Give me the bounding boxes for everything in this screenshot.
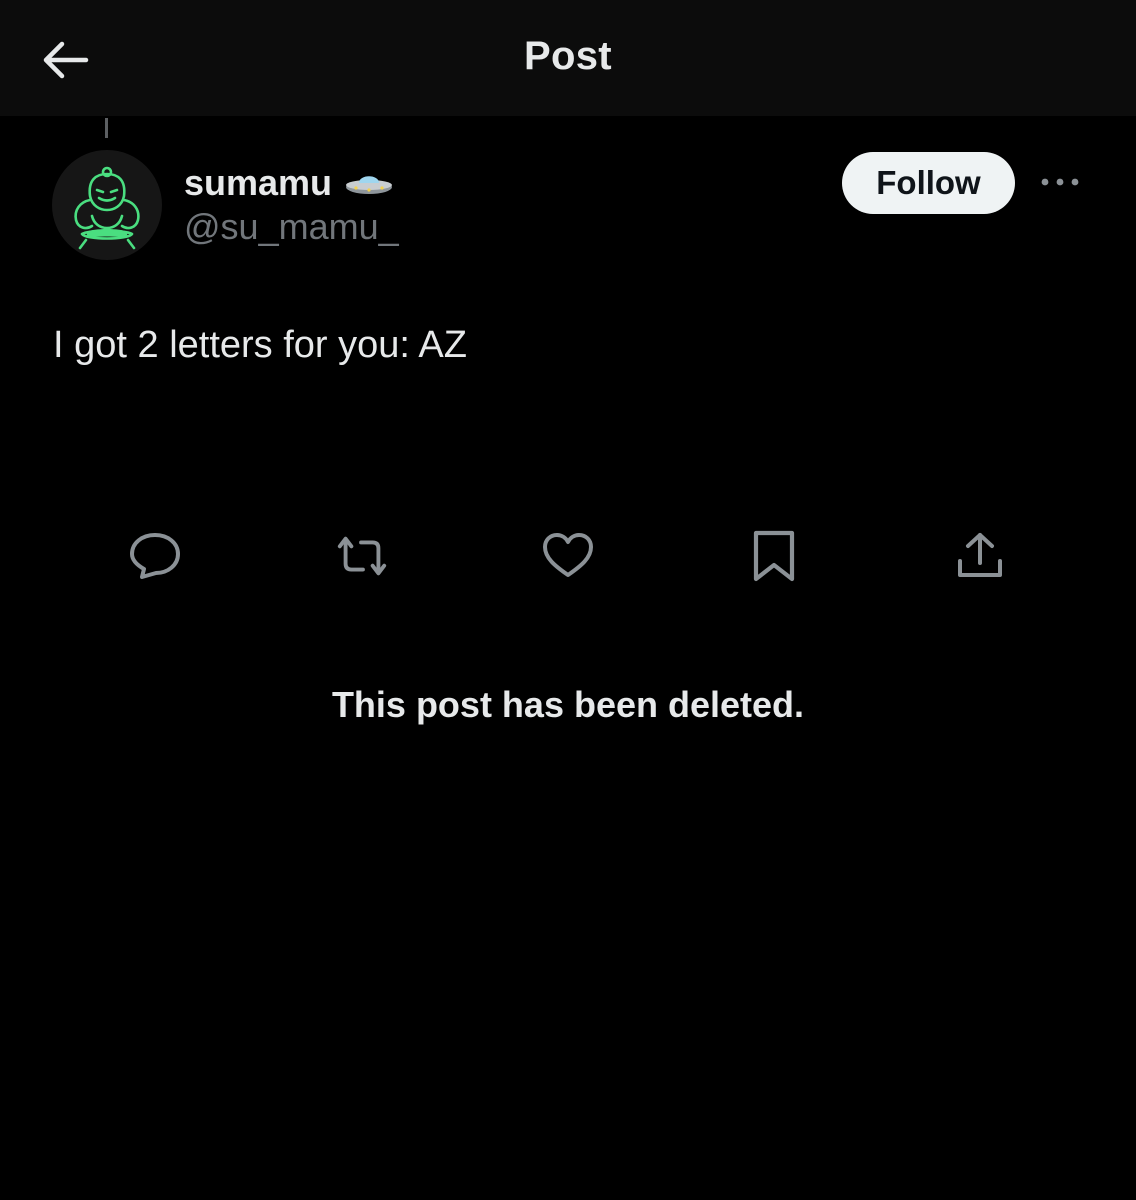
deleted-notice: This post has been deleted. xyxy=(331,684,805,725)
reply-icon xyxy=(130,533,180,579)
top-bar: Post xyxy=(0,0,1136,116)
author-handle[interactable]: @su_mamu_ xyxy=(184,206,399,248)
ufo-emoji-icon xyxy=(346,176,393,194)
author-name-row[interactable]: sumamu xyxy=(184,160,394,206)
follow-button[interactable]: Follow xyxy=(842,152,1015,214)
sumo-wrestler-avatar xyxy=(74,166,140,250)
post-text: I got 2 letters for you: AZ xyxy=(53,324,467,366)
like-button[interactable] xyxy=(540,528,596,584)
bookmark-button[interactable] xyxy=(746,528,802,584)
reply-button[interactable] xyxy=(127,528,183,584)
page-title: Post xyxy=(524,34,612,78)
more-options-button[interactable] xyxy=(1036,164,1084,200)
avatar[interactable] xyxy=(52,150,162,260)
repost-button[interactable] xyxy=(334,528,390,584)
share-icon xyxy=(958,533,1002,577)
author-display-name[interactable]: sumamu xyxy=(184,162,332,204)
share-button[interactable] xyxy=(952,528,1008,584)
like-icon xyxy=(543,533,593,577)
thread-connector-line xyxy=(105,118,108,138)
more-dots-icon xyxy=(1041,178,1079,186)
bookmark-icon xyxy=(753,530,795,582)
repost-icon xyxy=(337,536,387,576)
